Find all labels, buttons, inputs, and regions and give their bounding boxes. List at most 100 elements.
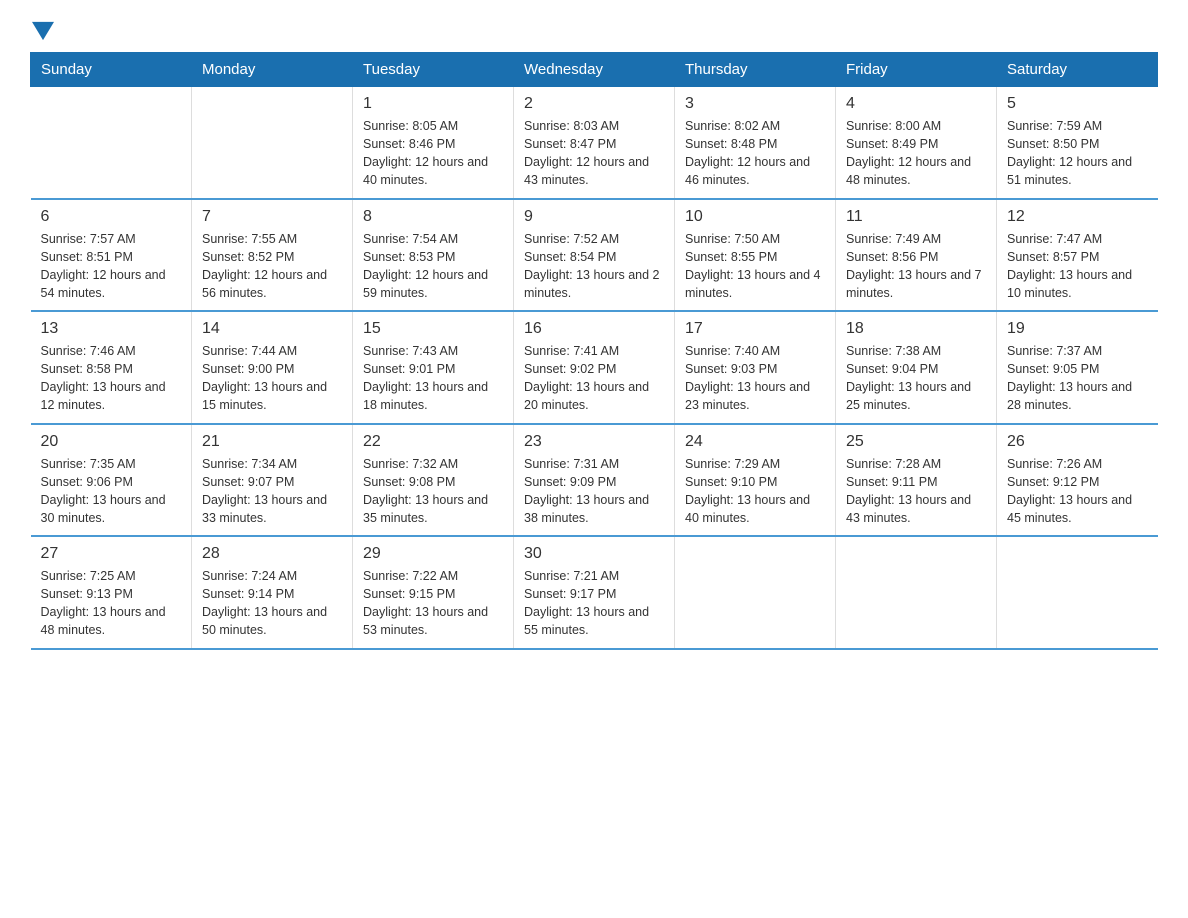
day-number: 17 [685, 320, 825, 338]
day-info: Sunrise: 7:52 AM Sunset: 8:54 PM Dayligh… [524, 230, 664, 303]
day-info: Sunrise: 7:35 AM Sunset: 9:06 PM Dayligh… [41, 455, 182, 528]
calendar-cell: 28 Sunrise: 7:24 AM Sunset: 9:14 PM Dayli… [192, 536, 353, 649]
calendar-week-row: 20 Sunrise: 7:35 AM Sunset: 9:06 PM Dayli… [31, 424, 1158, 537]
day-number: 4 [846, 95, 986, 113]
calendar-cell: 12 Sunrise: 7:47 AM Sunset: 8:57 PM Dayli… [997, 199, 1158, 312]
day-number: 1 [363, 95, 503, 113]
weekday-header-row: SundayMondayTuesdayWednesdayThursdayFrid… [31, 53, 1158, 87]
calendar-cell [675, 536, 836, 649]
weekday-header-thursday: Thursday [675, 53, 836, 87]
day-info: Sunrise: 8:00 AM Sunset: 8:49 PM Dayligh… [846, 117, 986, 190]
day-number: 22 [363, 433, 503, 451]
day-info: Sunrise: 7:49 AM Sunset: 8:56 PM Dayligh… [846, 230, 986, 303]
day-number: 15 [363, 320, 503, 338]
calendar-cell: 22 Sunrise: 7:32 AM Sunset: 9:08 PM Dayli… [353, 424, 514, 537]
calendar-cell [192, 87, 353, 199]
day-number: 28 [202, 545, 342, 563]
calendar-cell: 27Sunrise: 7:25 AM Sunset: 9:13 PM Dayli… [31, 536, 192, 649]
day-number: 24 [685, 433, 825, 451]
day-number: 9 [524, 208, 664, 226]
day-number: 12 [1007, 208, 1148, 226]
day-number: 2 [524, 95, 664, 113]
day-info: Sunrise: 7:26 AM Sunset: 9:12 PM Dayligh… [1007, 455, 1148, 528]
calendar-cell: 21 Sunrise: 7:34 AM Sunset: 9:07 PM Dayli… [192, 424, 353, 537]
calendar-cell: 7 Sunrise: 7:55 AM Sunset: 8:52 PM Daylig… [192, 199, 353, 312]
day-number: 27 [41, 545, 182, 563]
calendar-week-row: 13 Sunrise: 7:46 AM Sunset: 8:58 PM Dayli… [31, 311, 1158, 424]
calendar-table: SundayMondayTuesdayWednesdayThursdayFrid… [30, 52, 1158, 650]
calendar-cell: 9 Sunrise: 7:52 AM Sunset: 8:54 PM Daylig… [514, 199, 675, 312]
day-info: Sunrise: 7:37 AM Sunset: 9:05 PM Dayligh… [1007, 342, 1148, 415]
weekday-header-wednesday: Wednesday [514, 53, 675, 87]
day-number: 5 [1007, 95, 1148, 113]
day-info: Sunrise: 7:24 AM Sunset: 9:14 PM Dayligh… [202, 567, 342, 640]
day-info: Sunrise: 7:28 AM Sunset: 9:11 PM Dayligh… [846, 455, 986, 528]
day-number: 6 [41, 208, 182, 226]
calendar-cell: 30 Sunrise: 7:21 AM Sunset: 9:17 PM Dayli… [514, 536, 675, 649]
calendar-cell: 2 Sunrise: 8:03 AM Sunset: 8:47 PM Daylig… [514, 87, 675, 199]
day-number: 20 [41, 433, 182, 451]
day-info: Sunrise: 7:32 AM Sunset: 9:08 PM Dayligh… [363, 455, 503, 528]
calendar-cell: 24 Sunrise: 7:29 AM Sunset: 9:10 PM Dayli… [675, 424, 836, 537]
day-number: 11 [846, 208, 986, 226]
day-number: 25 [846, 433, 986, 451]
day-number: 26 [1007, 433, 1148, 451]
day-info: Sunrise: 7:41 AM Sunset: 9:02 PM Dayligh… [524, 342, 664, 415]
day-info: Sunrise: 7:38 AM Sunset: 9:04 PM Dayligh… [846, 342, 986, 415]
calendar-cell: 20 Sunrise: 7:35 AM Sunset: 9:06 PM Dayli… [31, 424, 192, 537]
calendar-cell: 25 Sunrise: 7:28 AM Sunset: 9:11 PM Dayli… [836, 424, 997, 537]
calendar-cell [997, 536, 1158, 649]
calendar-cell: 19 Sunrise: 7:37 AM Sunset: 9:05 PM Dayli… [997, 311, 1158, 424]
calendar-week-row: 6 Sunrise: 7:57 AM Sunset: 8:51 PM Daylig… [31, 199, 1158, 312]
logo-arrow-icon [32, 20, 54, 42]
calendar-week-row: 27Sunrise: 7:25 AM Sunset: 9:13 PM Dayli… [31, 536, 1158, 649]
calendar-cell: 11 Sunrise: 7:49 AM Sunset: 8:56 PM Dayli… [836, 199, 997, 312]
day-number: 14 [202, 320, 342, 338]
day-number: 18 [846, 320, 986, 338]
calendar-cell: 5 Sunrise: 7:59 AM Sunset: 8:50 PM Daylig… [997, 87, 1158, 199]
day-number: 29 [363, 545, 503, 563]
day-number: 16 [524, 320, 664, 338]
weekday-header-friday: Friday [836, 53, 997, 87]
day-number: 19 [1007, 320, 1148, 338]
calendar-cell: 15 Sunrise: 7:43 AM Sunset: 9:01 PM Dayli… [353, 311, 514, 424]
day-info: Sunrise: 7:47 AM Sunset: 8:57 PM Dayligh… [1007, 230, 1148, 303]
day-number: 21 [202, 433, 342, 451]
day-info: Sunrise: 8:02 AM Sunset: 8:48 PM Dayligh… [685, 117, 825, 190]
day-info: Sunrise: 7:44 AM Sunset: 9:00 PM Dayligh… [202, 342, 342, 415]
day-number: 23 [524, 433, 664, 451]
day-info: Sunrise: 7:34 AM Sunset: 9:07 PM Dayligh… [202, 455, 342, 528]
day-info: Sunrise: 7:57 AM Sunset: 8:51 PM Dayligh… [41, 230, 182, 303]
calendar-cell: 14 Sunrise: 7:44 AM Sunset: 9:00 PM Dayli… [192, 311, 353, 424]
calendar-cell: 6 Sunrise: 7:57 AM Sunset: 8:51 PM Daylig… [31, 199, 192, 312]
calendar-cell: 26 Sunrise: 7:26 AM Sunset: 9:12 PM Dayli… [997, 424, 1158, 537]
calendar-cell: 18 Sunrise: 7:38 AM Sunset: 9:04 PM Dayli… [836, 311, 997, 424]
page-header [30, 20, 1158, 42]
day-info: Sunrise: 7:50 AM Sunset: 8:55 PM Dayligh… [685, 230, 825, 303]
calendar-cell: 4 Sunrise: 8:00 AM Sunset: 8:49 PM Daylig… [836, 87, 997, 199]
weekday-header-tuesday: Tuesday [353, 53, 514, 87]
day-info: Sunrise: 7:29 AM Sunset: 9:10 PM Dayligh… [685, 455, 825, 528]
calendar-cell: 23Sunrise: 7:31 AM Sunset: 9:09 PM Dayli… [514, 424, 675, 537]
calendar-cell: 8 Sunrise: 7:54 AM Sunset: 8:53 PM Daylig… [353, 199, 514, 312]
weekday-header-saturday: Saturday [997, 53, 1158, 87]
day-number: 8 [363, 208, 503, 226]
day-number: 7 [202, 208, 342, 226]
day-info: Sunrise: 7:54 AM Sunset: 8:53 PM Dayligh… [363, 230, 503, 303]
calendar-cell [31, 87, 192, 199]
calendar-cell: 10Sunrise: 7:50 AM Sunset: 8:55 PM Dayli… [675, 199, 836, 312]
day-info: Sunrise: 7:43 AM Sunset: 9:01 PM Dayligh… [363, 342, 503, 415]
day-number: 13 [41, 320, 182, 338]
weekday-header-sunday: Sunday [31, 53, 192, 87]
weekday-header-monday: Monday [192, 53, 353, 87]
day-info: Sunrise: 7:55 AM Sunset: 8:52 PM Dayligh… [202, 230, 342, 303]
day-info: Sunrise: 8:03 AM Sunset: 8:47 PM Dayligh… [524, 117, 664, 190]
logo [30, 20, 54, 42]
day-info: Sunrise: 8:05 AM Sunset: 8:46 PM Dayligh… [363, 117, 503, 190]
day-info: Sunrise: 7:21 AM Sunset: 9:17 PM Dayligh… [524, 567, 664, 640]
calendar-cell: 1 Sunrise: 8:05 AM Sunset: 8:46 PM Daylig… [353, 87, 514, 199]
day-info: Sunrise: 7:46 AM Sunset: 8:58 PM Dayligh… [41, 342, 182, 415]
calendar-cell: 29Sunrise: 7:22 AM Sunset: 9:15 PM Dayli… [353, 536, 514, 649]
day-info: Sunrise: 7:59 AM Sunset: 8:50 PM Dayligh… [1007, 117, 1148, 190]
day-number: 30 [524, 545, 664, 563]
